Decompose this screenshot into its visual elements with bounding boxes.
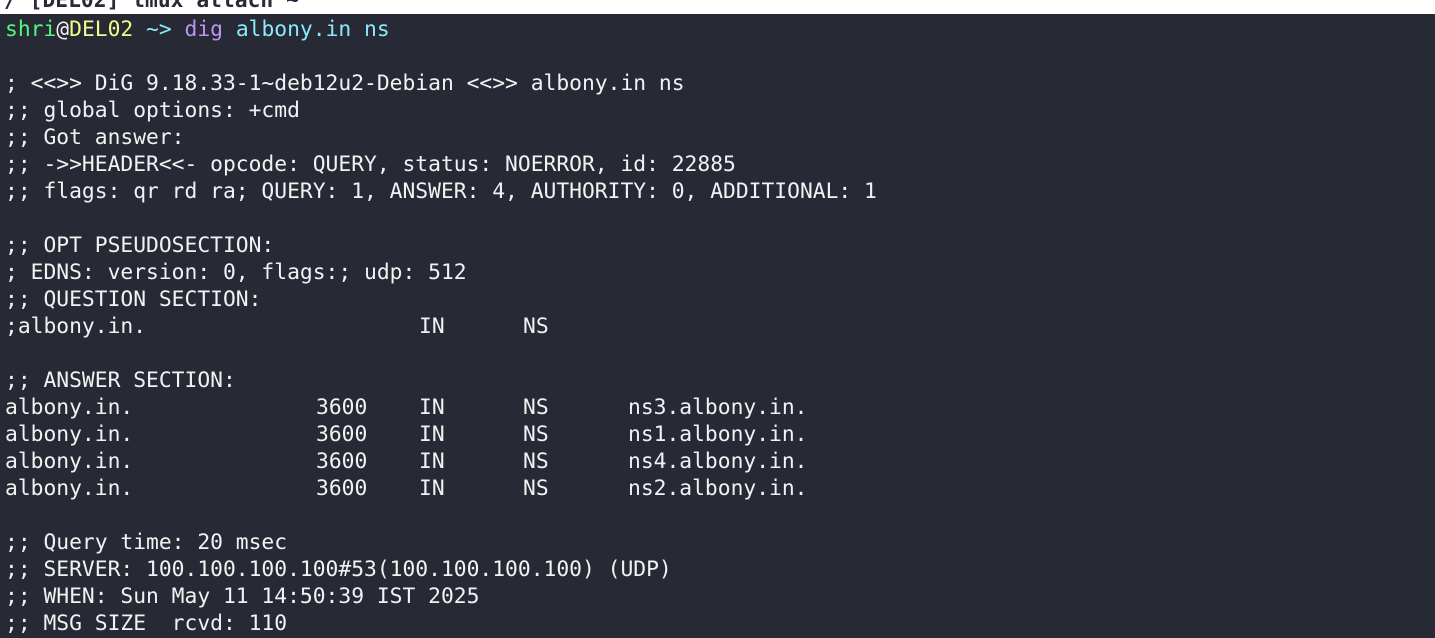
answer-name: albony.in. <box>5 449 134 474</box>
prompt-command: dig <box>184 17 223 42</box>
shell-prompt-line: shri@DEL02 ~> dig albony.in ns <box>5 16 877 43</box>
answer-class: IN <box>419 395 445 420</box>
answer-data: ns2.albony.in. <box>628 476 808 501</box>
answer-name: albony.in. <box>5 395 134 420</box>
opt-pseudosection-line: ;; OPT PSEUDOSECTION: <box>5 233 275 258</box>
answer-record: albony.in. 3600 IN NS ns3.albony.in. <box>5 394 877 421</box>
server-line: ;; SERVER: 100.100.100.100#53(100.100.10… <box>5 557 672 582</box>
question-type: NS <box>523 314 549 339</box>
answer-class: IN <box>419 476 445 501</box>
prompt-user: shri <box>5 17 57 42</box>
flags-line: ;; flags: qr rd ra; QUERY: 1, ANSWER: 4,… <box>5 179 877 204</box>
global-options-line: ;; global options: +cmd <box>5 98 300 123</box>
answer-ttl: 3600 <box>316 449 368 474</box>
header-line: ;; ->>HEADER<<- opcode: QUERY, status: N… <box>5 152 736 177</box>
answer-class: IN <box>419 449 445 474</box>
answer-type: NS <box>523 476 549 501</box>
question-name: ;albony.in. <box>5 314 147 339</box>
dig-version-line: ; <<>> DiG 9.18.33-1~deb12u2-Debian <<>>… <box>5 71 685 96</box>
answer-record: albony.in. 3600 IN NS ns2.albony.in. <box>5 475 877 502</box>
prompt-host: DEL02 <box>69 17 134 42</box>
answer-type: NS <box>523 449 549 474</box>
answer-record: albony.in. 3600 IN NS ns4.albony.in. <box>5 448 877 475</box>
answer-type: NS <box>523 395 549 420</box>
query-time-line: ;; Query time: 20 msec <box>5 530 288 555</box>
question-section-line: ;; QUESTION SECTION: <box>5 287 262 312</box>
answer-ttl: 3600 <box>316 395 368 420</box>
answer-class: IN <box>419 422 445 447</box>
msg-size-line: ;; MSG SIZE rcvd: 110 <box>5 611 288 636</box>
answer-type: NS <box>523 422 549 447</box>
answer-ttl: 3600 <box>316 476 368 501</box>
terminal-output: shri@DEL02 ~> dig albony.in ns ; <<>> Di… <box>5 16 877 637</box>
answer-data: ns3.albony.in. <box>628 395 808 420</box>
edns-line: ; EDNS: version: 0, flags:; udp: 512 <box>5 260 467 285</box>
got-answer-line: ;; Got answer: <box>5 125 185 150</box>
answer-name: albony.in. <box>5 422 134 447</box>
prompt-cwd: ~> <box>133 17 185 42</box>
answer-ttl: 3600 <box>316 422 368 447</box>
answer-data: ns4.albony.in. <box>628 449 808 474</box>
answer-name: albony.in. <box>5 476 134 501</box>
answer-data: ns1.albony.in. <box>628 422 808 447</box>
answer-record: albony.in. 3600 IN NS ns1.albony.in. <box>5 421 877 448</box>
prompt-args: albony.in ns <box>223 17 390 42</box>
tmux-status-bar: / [DEL02] tmux attach ~ <box>0 0 1435 14</box>
terminal-window[interactable]: / [DEL02] tmux attach ~ shri@DEL02 ~> di… <box>0 0 1435 638</box>
question-record: ;albony.in. IN NS <box>5 313 877 340</box>
answer-section-line: ;; ANSWER SECTION: <box>5 368 236 393</box>
when-line: ;; WHEN: Sun May 11 14:50:39 IST 2025 <box>5 584 480 609</box>
question-class: IN <box>419 314 445 339</box>
prompt-at: @ <box>56 17 70 42</box>
